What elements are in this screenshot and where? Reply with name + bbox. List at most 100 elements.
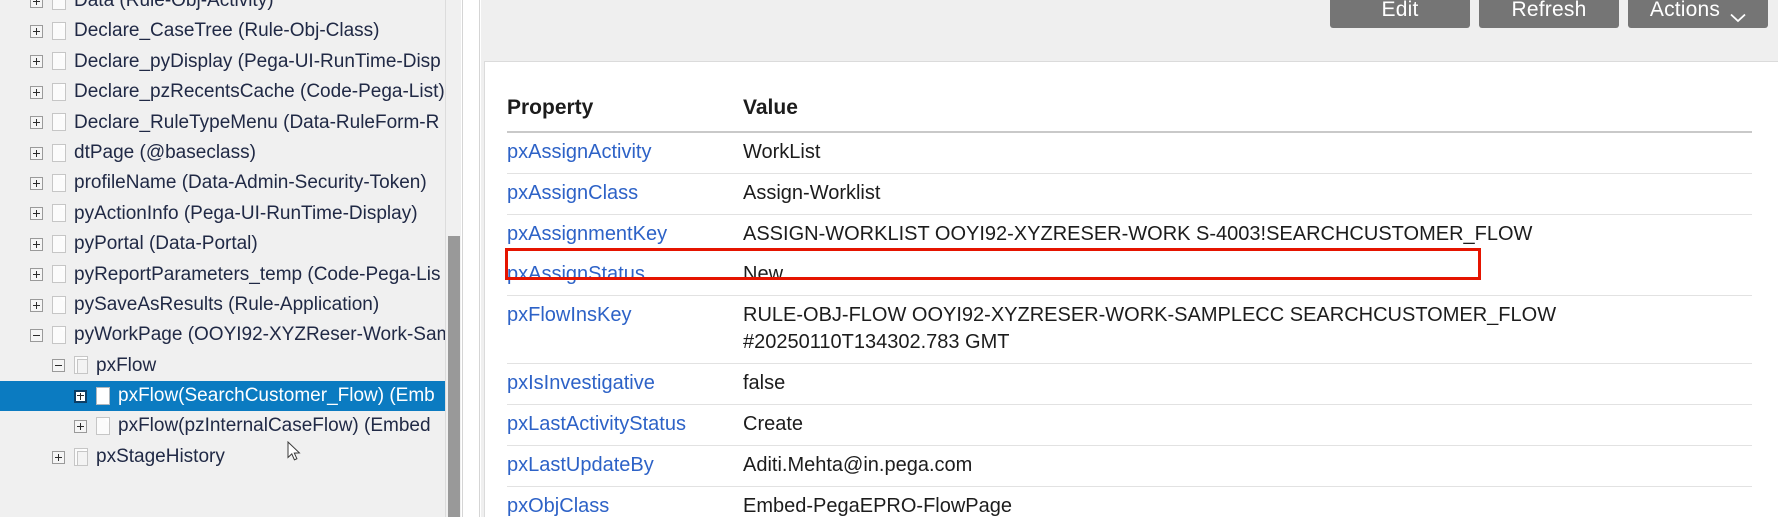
page-icon bbox=[52, 52, 67, 71]
property-value: Aditi.Mehta@in.pega.com bbox=[743, 445, 1752, 487]
tree-item-label: pyWorkPage (OOYI92-XYZReser-Work-Sam bbox=[74, 324, 445, 346]
tree-item[interactable]: Data (Rule-Obj-Activity) bbox=[0, 0, 445, 16]
property-name-link[interactable]: pxAssignmentKey bbox=[507, 215, 743, 256]
tree-item-selected[interactable]: pxFlow(SearchCustomer_Flow) (Emb bbox=[0, 381, 445, 412]
page-group-icon bbox=[74, 356, 89, 375]
tree-item[interactable]: Declare_RuleTypeMenu (Data-RuleForm-R bbox=[0, 108, 445, 138]
expand-icon[interactable] bbox=[30, 237, 43, 251]
property-value-table: Property Value pxAssignActivity WorkList p… bbox=[507, 96, 1752, 517]
mouse-cursor bbox=[287, 440, 303, 463]
property-name-link[interactable]: pxAssignActivity bbox=[507, 132, 743, 174]
tree-item[interactable]: pxFlow bbox=[0, 351, 445, 381]
table-row: pxLastUpdateBy Aditi.Mehta@in.pega.com bbox=[507, 445, 1752, 487]
page-icon bbox=[52, 113, 67, 132]
expand-icon[interactable] bbox=[74, 420, 87, 434]
property-name-link[interactable]: pxAssignClass bbox=[507, 173, 743, 215]
clipboard-viewer-window: Data (Rule-Obj-Activity) Declare_CaseTree… bbox=[0, 0, 1778, 517]
expand-icon[interactable] bbox=[30, 85, 43, 99]
property-name-link[interactable]: pxLastUpdateBy bbox=[507, 445, 743, 487]
property-value: WorkList bbox=[743, 132, 1752, 174]
tree-item-label: Declare_pyDisplay (Pega-UI-RunTime-Disp bbox=[74, 50, 441, 72]
tree-item[interactable]: pyWorkPage (OOYI92-XYZReser-Work-Sam bbox=[0, 320, 445, 350]
tree-item[interactable]: pySaveAsResults (Rule-Application) bbox=[0, 290, 445, 320]
expand-icon[interactable] bbox=[74, 389, 87, 403]
expand-icon[interactable] bbox=[30, 55, 43, 69]
collapse-icon[interactable] bbox=[30, 329, 43, 342]
property-name-link[interactable]: pxLastActivityStatus bbox=[507, 404, 743, 446]
table-row: pxFlowInsKey RULE-OBJ-FLOW OOYI92-XYZRESE… bbox=[507, 295, 1752, 364]
expand-icon[interactable] bbox=[30, 177, 43, 191]
tree-item-label: Data (Rule-Obj-Activity) bbox=[74, 0, 274, 11]
clipboard-tree-panel: Data (Rule-Obj-Activity) Declare_CaseTree… bbox=[0, 0, 445, 517]
tree-item-label: pxFlow bbox=[96, 354, 157, 376]
property-value: RULE-OBJ-FLOW OOYI92-XYZRESER-WORK-SAMPL… bbox=[743, 295, 1752, 364]
property-name-link[interactable]: pxObjClass bbox=[507, 486, 743, 517]
expand-icon[interactable] bbox=[30, 116, 43, 130]
tree-item-label: Declare_CaseTree (Rule-Obj-Class) bbox=[74, 20, 380, 42]
collapse-icon[interactable] bbox=[52, 359, 65, 373]
refresh-button-label: Refresh bbox=[1511, 0, 1587, 21]
tree-item[interactable]: pyPortal (Data-Portal) bbox=[0, 229, 445, 259]
table-row: pxAssignStatus New bbox=[507, 255, 1752, 296]
page-icon bbox=[52, 82, 67, 102]
page-icon bbox=[52, 295, 67, 315]
table-row: pxLastActivityStatus Create bbox=[507, 404, 1752, 446]
tree-vertical-scrollbar[interactable] bbox=[445, 0, 461, 517]
property-detail-panel: Edit Refresh Actions Property Value pxAs… bbox=[481, 0, 1778, 517]
property-value: Create bbox=[743, 404, 1752, 446]
property-name-link[interactable]: pxIsInvestigative bbox=[507, 363, 743, 405]
table-row: pxAssignmentKey ASSIGN-WORKLIST OOYI92-XY… bbox=[507, 215, 1752, 256]
tree-item[interactable]: pxFlow(pzInternalCaseFlow) (Embed bbox=[0, 411, 445, 441]
tree-scrollbar-thumb[interactable] bbox=[448, 236, 460, 517]
property-name-link[interactable]: pxAssignStatus bbox=[507, 255, 743, 296]
tree-item[interactable]: profileName (Data-Admin-Security-Token) bbox=[0, 168, 445, 198]
tree-item-label: pxStageHistory bbox=[96, 445, 225, 467]
tree-item-label: dtPage (@baseclass) bbox=[74, 141, 256, 163]
expand-icon[interactable] bbox=[52, 450, 65, 464]
page-icon bbox=[96, 386, 111, 406]
tree-item[interactable]: Declare_pyDisplay (Pega-UI-RunTime-Disp bbox=[0, 47, 445, 77]
tree-item-label: pxFlow(SearchCustomer_Flow) (Emb bbox=[118, 385, 435, 407]
property-value: false bbox=[743, 363, 1752, 405]
chevron-down-icon bbox=[1730, 5, 1746, 23]
refresh-button[interactable]: Refresh bbox=[1479, 0, 1619, 28]
tree-item[interactable]: dtPage (@baseclass) bbox=[0, 138, 445, 168]
page-icon bbox=[96, 417, 111, 436]
tree-item[interactable]: Declare_CaseTree (Rule-Obj-Class) bbox=[0, 16, 445, 46]
property-name-link[interactable]: pxFlowInsKey bbox=[507, 295, 743, 364]
expand-icon[interactable] bbox=[30, 207, 43, 221]
tree-item[interactable]: pyReportParameters_temp (Code-Pega-Lis bbox=[0, 260, 445, 290]
tree-item[interactable]: pxStageHistory bbox=[0, 442, 445, 472]
detail-toolbar: Edit Refresh Actions bbox=[1330, 0, 1768, 28]
edit-button[interactable]: Edit bbox=[1330, 0, 1470, 28]
page-icon bbox=[52, 265, 67, 284]
property-value: New bbox=[743, 255, 1752, 296]
expand-icon[interactable] bbox=[30, 146, 43, 160]
tree-item-label: pyReportParameters_temp (Code-Pega-Lis bbox=[74, 263, 441, 285]
expand-icon[interactable] bbox=[30, 268, 43, 282]
expand-icon[interactable] bbox=[30, 0, 43, 8]
tree-item-label: pxFlow(pzInternalCaseFlow) (Embed bbox=[118, 415, 431, 437]
actions-button[interactable]: Actions bbox=[1628, 0, 1768, 28]
tree-item[interactable]: Declare_pzRecentsCache (Code-Pega-List) bbox=[0, 77, 445, 107]
table-header-row: Property Value bbox=[507, 96, 1752, 133]
property-table-body: pxAssignActivity WorkList pxAssignClass Ass… bbox=[507, 132, 1752, 517]
clipboard-tree-list: Data (Rule-Obj-Activity) Declare_CaseTree… bbox=[0, 0, 445, 472]
page-icon bbox=[52, 0, 67, 11]
tree-item[interactable]: pyActionInfo (Pega-UI-RunTime-Display) bbox=[0, 199, 445, 229]
expand-icon[interactable] bbox=[30, 298, 43, 312]
page-icon bbox=[52, 143, 67, 163]
panel-divider bbox=[462, 0, 480, 517]
expand-icon[interactable] bbox=[30, 25, 43, 39]
